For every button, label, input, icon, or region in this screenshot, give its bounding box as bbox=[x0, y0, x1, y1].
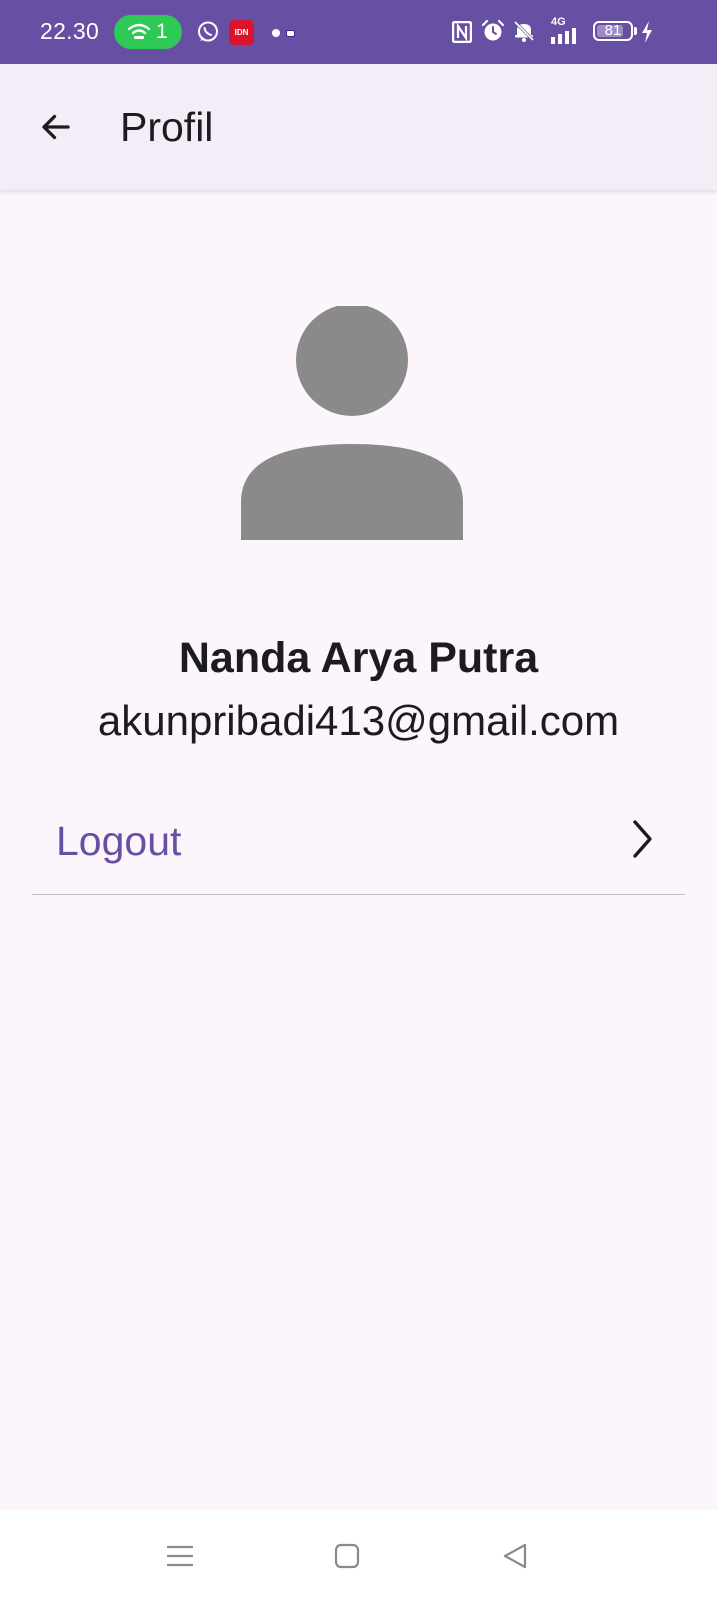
chevron-right-icon bbox=[633, 820, 652, 858]
notification-more-icon bbox=[286, 30, 295, 37]
idn-app-icon: IDN bbox=[229, 20, 254, 45]
back-icon bbox=[503, 1543, 527, 1569]
hotspot-indicator[interactable]: 1 bbox=[114, 15, 182, 49]
hotspot-count: 1 bbox=[156, 20, 168, 43]
nav-back-button[interactable] bbox=[491, 1532, 539, 1580]
nfc-icon bbox=[452, 21, 472, 43]
home-icon bbox=[334, 1543, 360, 1569]
back-button[interactable] bbox=[28, 99, 84, 155]
app-bar: Profil bbox=[0, 64, 717, 190]
battery-icon: 81 bbox=[593, 21, 633, 41]
silent-icon bbox=[513, 20, 535, 42]
battery-cap bbox=[634, 27, 637, 35]
signal-icon bbox=[551, 28, 576, 44]
profile-email: akunpribadi413@gmail.com bbox=[97, 697, 620, 744]
system-nav-bar bbox=[0, 1510, 717, 1600]
logout-item[interactable]: Logout bbox=[32, 790, 685, 895]
status-time: 22.30 bbox=[40, 18, 100, 44]
network-type: 4G bbox=[551, 16, 566, 28]
page-title: Profil bbox=[120, 104, 214, 150]
alarm-icon bbox=[481, 19, 505, 41]
arrow-back-icon bbox=[42, 114, 70, 140]
recent-apps-button[interactable] bbox=[156, 1532, 204, 1580]
notification-dot-icon bbox=[272, 29, 280, 37]
menu-icon bbox=[167, 1545, 193, 1567]
battery-level: 81 bbox=[604, 22, 622, 39]
charging-icon bbox=[642, 21, 652, 43]
home-button[interactable] bbox=[323, 1532, 371, 1580]
person-icon bbox=[241, 306, 463, 540]
profile-name: Nanda Arya Putra bbox=[178, 634, 539, 682]
status-bar: 22.30 1 IDN 4G 81 bbox=[0, 0, 717, 64]
whatsapp-icon bbox=[198, 21, 218, 42]
logout-label: Logout bbox=[56, 818, 182, 864]
hotspot-icon bbox=[127, 23, 151, 39]
